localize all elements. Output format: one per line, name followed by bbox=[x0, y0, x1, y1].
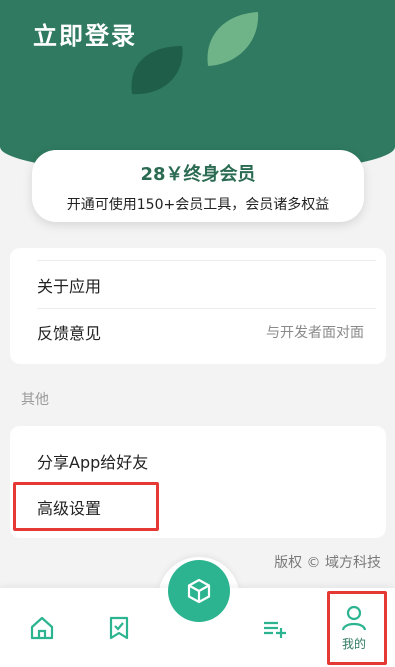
share-app-label: 分享App给好友 bbox=[37, 453, 149, 472]
section-title-other: 其他 bbox=[21, 392, 49, 408]
vip-title: 28￥终身会员 bbox=[140, 164, 256, 185]
about-app-label: 关于应用 bbox=[37, 277, 102, 296]
feedback-item[interactable]: 反馈意见 与开发者面对面 bbox=[10, 309, 386, 355]
leaf-decoration-icon bbox=[131, 12, 259, 95]
feedback-value: 与开发者面对面 bbox=[266, 325, 364, 341]
login-header[interactable]: 立即登录 bbox=[0, 0, 395, 175]
mine-tab-highlight bbox=[327, 591, 387, 665]
feedback-label: 反馈意见 bbox=[37, 324, 102, 343]
settings-card: 关于应用 反馈意见 与开发者面对面 bbox=[10, 248, 386, 364]
about-app-item[interactable]: 关于应用 bbox=[10, 262, 386, 308]
divider bbox=[37, 260, 376, 261]
nav-bookmarks[interactable] bbox=[94, 588, 144, 667]
advanced-settings-highlight bbox=[13, 482, 159, 531]
nav-playlist-add[interactable] bbox=[250, 588, 300, 667]
vip-subtitle: 开通可使用150+会员工具，会员诸多权益 bbox=[66, 197, 330, 213]
bookmark-check-icon bbox=[109, 616, 129, 639]
home-icon bbox=[30, 616, 54, 639]
center-tools-button[interactable] bbox=[168, 560, 230, 622]
share-app-item[interactable]: 分享App给好友 bbox=[10, 438, 386, 484]
cube-icon bbox=[187, 578, 211, 604]
playlist-add-icon bbox=[264, 621, 286, 638]
vip-membership-card[interactable]: 28￥终身会员 开通可使用150+会员工具，会员诸多权益 bbox=[32, 150, 364, 222]
copyright-text: 版权 © 域方科技 bbox=[274, 555, 381, 571]
nav-home[interactable] bbox=[17, 588, 67, 667]
